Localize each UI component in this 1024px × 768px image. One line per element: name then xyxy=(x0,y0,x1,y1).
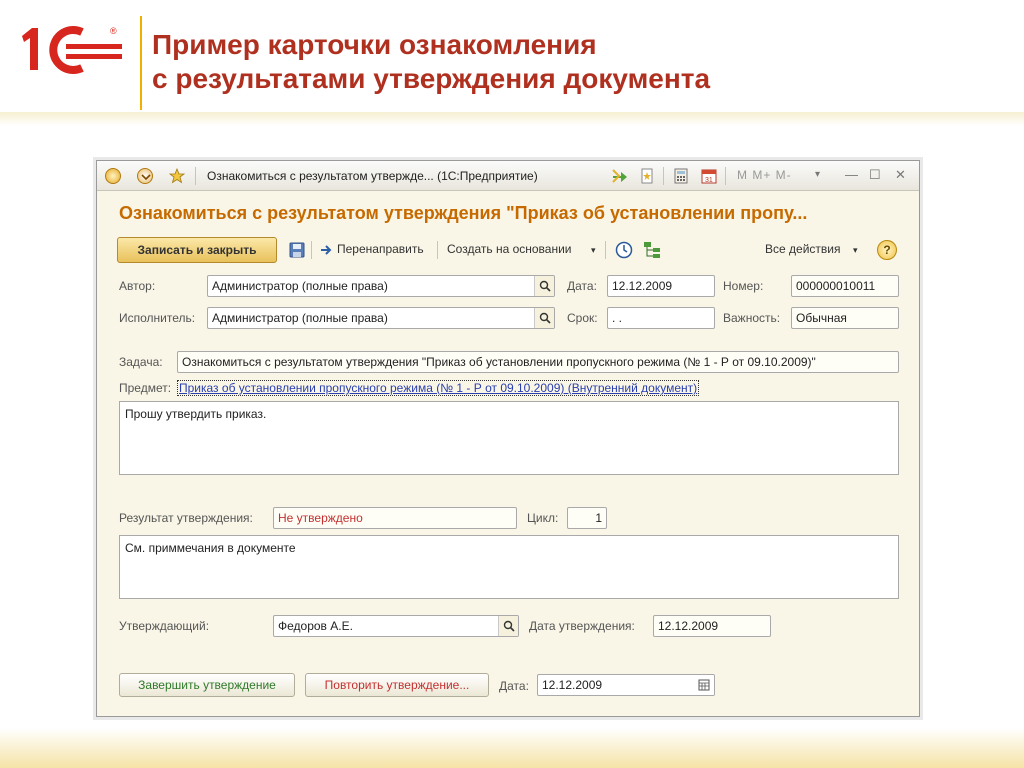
bottom-date-label: Дата: xyxy=(499,679,529,693)
approval-date-label: Дата утверждения: xyxy=(529,619,635,633)
task-label: Задача: xyxy=(119,355,163,369)
favorite-star-icon[interactable] xyxy=(168,167,186,184)
help-icon[interactable]: ? xyxy=(877,240,897,260)
form-heading: Ознакомиться с результатом утверждения "… xyxy=(119,203,808,223)
slide: ® Пример карточки ознакомления с результ… xyxy=(0,0,1024,768)
description-memo[interactable]: Прошу утвердить приказ. xyxy=(119,401,899,475)
number-field[interactable]: 000000010011 xyxy=(791,275,899,297)
titlebar-separator xyxy=(725,167,726,185)
1c-app-icon[interactable] xyxy=(105,168,121,184)
titlebar-separator xyxy=(195,167,196,185)
importance-label: Важность: xyxy=(723,311,781,325)
author-label: Автор: xyxy=(119,279,156,293)
create-based-dropdown-icon[interactable]: ▾ xyxy=(591,245,596,256)
form-body: Ознакомиться с результатом утверждения "… xyxy=(97,191,919,717)
repeat-approval-button[interactable]: Повторить утверждение... xyxy=(305,673,489,697)
deadline-field[interactable]: . . xyxy=(607,307,715,329)
comment-memo[interactable]: См. приммечания в документе xyxy=(119,535,899,599)
all-actions-button[interactable]: Все действия xyxy=(765,242,840,256)
author-value: Администратор (полные права) xyxy=(212,279,388,293)
approver-search-icon[interactable] xyxy=(498,616,518,636)
toolbar-separator xyxy=(605,241,606,259)
titlebar-dropdown-icon[interactable]: ▾ xyxy=(815,169,820,180)
forward-nav-icon[interactable] xyxy=(611,168,627,184)
command-bar: Записать и закрыть Перенаправить Создать… xyxy=(117,237,901,263)
date-label: Дата: xyxy=(567,279,597,293)
author-search-icon[interactable] xyxy=(534,276,554,296)
approver-label: Утверждающий: xyxy=(119,619,210,633)
footer-band xyxy=(0,728,1024,768)
task-field[interactable]: Ознакомиться с результатом утверждения "… xyxy=(177,351,899,373)
redirect-arrow-icon[interactable] xyxy=(319,243,335,259)
slide-title-line2: с результатами утверждения документа xyxy=(152,63,711,94)
author-field[interactable]: Администратор (полные права) xyxy=(207,275,555,297)
svg-text:®: ® xyxy=(110,26,117,36)
date-field[interactable]: 12.12.2009 xyxy=(607,275,715,297)
toolbar-separator xyxy=(311,241,312,259)
calendar-picker-icon[interactable] xyxy=(694,675,714,695)
svg-text:31: 31 xyxy=(705,177,713,184)
1c-logo: ® xyxy=(18,22,122,76)
menu-dropdown-icon[interactable] xyxy=(137,168,153,184)
close-button[interactable]: ✕ xyxy=(895,167,906,183)
result-label: Результат утверждения: xyxy=(119,511,253,525)
clock-icon[interactable] xyxy=(615,241,633,259)
executor-label: Исполнитель: xyxy=(119,311,196,325)
approval-date-field[interactable]: 12.12.2009 xyxy=(653,615,771,637)
save-and-close-button[interactable]: Записать и закрыть xyxy=(117,237,277,263)
header-band xyxy=(0,112,1024,126)
approver-field[interactable]: Федоров А.Е. xyxy=(273,615,519,637)
bookmark-icon[interactable] xyxy=(639,168,655,184)
bottom-date-value: 12.12.2009 xyxy=(542,678,603,692)
executor-search-icon[interactable] xyxy=(534,308,554,328)
app-window: Ознакомиться с результатом утвержде... (… xyxy=(96,160,920,717)
cycle-field[interactable]: 1 xyxy=(567,507,607,529)
calendar-icon[interactable]: 31 xyxy=(701,168,717,184)
toolbar-separator xyxy=(437,241,438,259)
result-field[interactable]: Не утверждено xyxy=(273,507,517,529)
maximize-button[interactable]: ☐ xyxy=(869,167,881,183)
slide-title: Пример карточки ознакомления с результат… xyxy=(152,28,710,96)
subject-link[interactable]: Приказ об установлении пропускного режим… xyxy=(177,380,700,396)
importance-field[interactable]: Обычная xyxy=(791,307,899,329)
save-disk-icon[interactable] xyxy=(289,242,305,258)
executor-value: Администратор (полные права) xyxy=(212,311,388,325)
executor-field[interactable]: Администратор (полные права) xyxy=(207,307,555,329)
header-divider xyxy=(140,16,142,110)
all-actions-dropdown-icon[interactable]: ▾ xyxy=(853,245,858,256)
titlebar-separator xyxy=(663,167,664,185)
memory-buttons[interactable]: M M+ M- xyxy=(737,168,792,182)
window-title: Ознакомиться с результатом утвержде... (… xyxy=(207,169,538,183)
calculator-icon[interactable] xyxy=(673,168,689,184)
1c-logo-icon: ® xyxy=(22,26,122,74)
finish-approval-button[interactable]: Завершить утверждение xyxy=(119,673,295,697)
create-based-on-button[interactable]: Создать на основании xyxy=(447,242,572,256)
approver-value: Федоров А.Е. xyxy=(278,619,353,633)
structure-tree-icon[interactable] xyxy=(643,241,660,258)
subject-label: Предмет: xyxy=(119,381,172,395)
number-label: Номер: xyxy=(723,279,764,293)
cycle-label: Цикл: xyxy=(527,511,559,525)
deadline-label: Срок: xyxy=(567,311,598,325)
redirect-button[interactable]: Перенаправить xyxy=(337,242,424,256)
minimize-button[interactable]: — xyxy=(845,167,858,182)
bottom-date-field[interactable]: 12.12.2009 xyxy=(537,674,715,696)
slide-title-line1: Пример карточки ознакомления xyxy=(152,29,597,60)
window-titlebar: Ознакомиться с результатом утвержде... (… xyxy=(97,161,919,191)
